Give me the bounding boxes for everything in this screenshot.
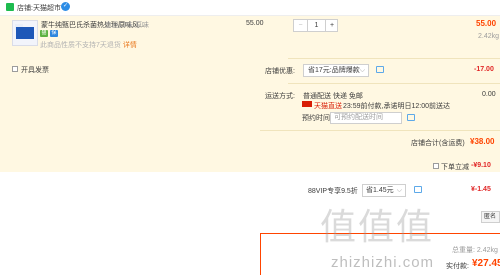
delivery-methods: 普通配送 快递 免邮: [303, 93, 363, 100]
promo-label: 店铺优惠:: [265, 68, 295, 75]
promo-select[interactable]: 省17元:品牌爆款 ⌵: [303, 64, 369, 77]
product-image[interactable]: [12, 20, 38, 46]
return-policy-details-link[interactable]: 详情: [123, 42, 137, 49]
divider: [288, 83, 500, 84]
pay-amount: ¥27.45: [472, 258, 500, 269]
delivery-promise: 23:59前付款,承诺明日12:00前送达: [343, 103, 450, 110]
appointment-time-placeholder: 可预约配送时间: [334, 114, 383, 121]
watermark-logo: 值值值: [320, 206, 435, 247]
reduction-checkbox[interactable]: [433, 163, 439, 169]
quantity-input[interactable]: 1: [307, 20, 326, 31]
chevron-down-icon: ⌵: [359, 67, 365, 74]
guarantee-tag-icon: 保: [50, 30, 58, 37]
total-weight: 总重量: 2.42kg: [452, 247, 498, 254]
watermark-url: zhizhizhi.com: [331, 254, 435, 271]
tmall-direct-label: 天猫直送: [314, 103, 342, 110]
invoice-checkbox[interactable]: [12, 66, 18, 72]
chat-bubble-icon[interactable]: [376, 66, 384, 73]
shop-checkbox[interactable]: [6, 3, 14, 11]
shop-name-link[interactable]: 天猫超市: [33, 3, 61, 13]
order-panel: [0, 15, 500, 172]
shop-verified-icon: ✓: [61, 2, 70, 11]
unit-price: 55.00: [246, 20, 264, 27]
shop-total-label: 店铺合计(含运费): [411, 140, 465, 147]
anonymous-purchase-button[interactable]: 匿名购买: [481, 211, 500, 223]
quantity-stepper: − 1 +: [293, 19, 338, 32]
promo-select-value: 省17元:品牌爆款: [308, 67, 360, 74]
reduction-label: 下单立减: [441, 164, 469, 171]
vip-select-value: 省1.45元: [366, 187, 394, 194]
shop-total-amount: ¥38.00: [470, 137, 495, 146]
item-weight: 2.42kg: [478, 33, 500, 40]
product-spec: 食品口味:原味: [105, 22, 149, 29]
chat-bubble-icon[interactable]: [407, 114, 415, 121]
shop-header: 店铺: 天猫超市 ✓: [0, 0, 500, 14]
divider: [260, 130, 500, 131]
delivery-amount: 0.00: [482, 91, 496, 98]
vip-amount: ¥-1.45: [471, 186, 491, 193]
tmall-tag-icon: 猫: [40, 30, 48, 37]
appointment-time-field[interactable]: 可预约配送时间: [330, 112, 402, 124]
delivery-label: 运送方式:: [265, 93, 295, 100]
shop-label: 店铺:: [17, 5, 33, 12]
quantity-decrease-button[interactable]: −: [294, 20, 307, 31]
chat-bubble-icon[interactable]: [414, 186, 422, 193]
invoice-label: 开具发票: [21, 67, 49, 74]
item-subtotal: 55.00: [476, 19, 497, 28]
tmall-direct-icon: [302, 101, 312, 107]
return-policy-note: 此商品性质不支持7天退货 详情: [40, 40, 137, 50]
promo-amount: -17.00: [474, 66, 494, 73]
divider: [288, 58, 500, 59]
quantity-increase-button[interactable]: +: [326, 20, 338, 31]
vip-label: 88VIP专享9.5折: [308, 188, 358, 195]
appointment-label: 预约时间:: [302, 115, 332, 122]
product-image-pack: [16, 27, 34, 39]
reduction-amount: -¥9.10: [471, 162, 491, 169]
chevron-down-icon: ⌵: [396, 187, 402, 194]
vip-select[interactable]: 省1.45元 ⌵: [362, 184, 406, 197]
pay-label: 实付款:: [446, 263, 469, 270]
return-policy-text: 此商品性质不支持7天退货: [40, 42, 121, 49]
